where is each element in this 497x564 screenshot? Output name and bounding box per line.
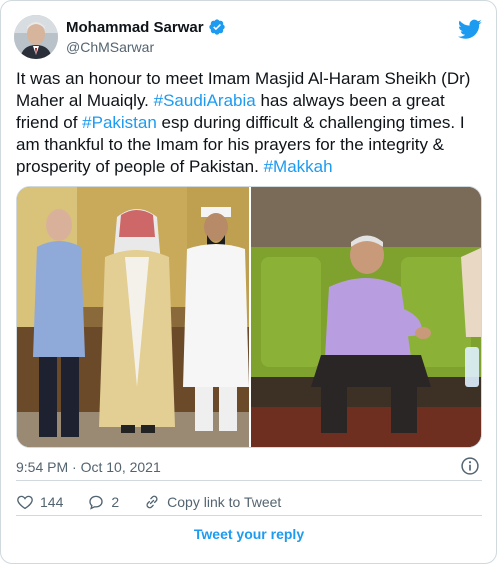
hashtag-link[interactable]: #Makkah <box>264 157 333 176</box>
media-grid <box>16 186 482 448</box>
hashtag-link[interactable]: #Pakistan <box>82 113 157 132</box>
hashtag-link[interactable]: #SaudiArabia <box>154 91 256 110</box>
info-icon[interactable] <box>460 456 480 476</box>
reply-count: 2 <box>111 494 120 510</box>
avatar-image <box>14 15 58 59</box>
divider <box>16 515 482 516</box>
link-icon <box>146 495 158 509</box>
verified-badge-icon <box>208 18 226 36</box>
copy-link-label: Copy link to Tweet <box>167 494 282 510</box>
twitter-bird-icon[interactable] <box>458 17 482 41</box>
action-bar: 144 2 Copy link to Tweet <box>16 491 305 513</box>
copy-link-button[interactable]: Copy link to Tweet <box>143 493 281 511</box>
photo-meeting-seated[interactable] <box>251 187 481 447</box>
tweet-card: Mohammad Sarwar @ChMSarwar It was an hon… <box>0 0 497 564</box>
photo-meeting-standing[interactable] <box>17 187 249 447</box>
tweet-text: It was an honour to meet Imam Masjid Al-… <box>16 68 486 178</box>
author-handle[interactable]: @ChMSarwar <box>66 39 154 55</box>
like-count: 144 <box>40 494 64 510</box>
reply-bubble-icon <box>89 495 104 510</box>
tweet-timestamp[interactable]: 9:54 PM · Oct 10, 2021 <box>16 459 161 475</box>
tweet-header: Mohammad Sarwar @ChMSarwar <box>14 15 484 59</box>
reply-button[interactable]: 2 <box>87 493 119 511</box>
name-row: Mohammad Sarwar <box>66 18 226 36</box>
like-button[interactable]: 144 <box>16 493 63 511</box>
tweet-reply-button[interactable]: Tweet your reply <box>16 520 482 548</box>
divider <box>16 480 482 481</box>
heart-icon <box>17 495 33 510</box>
avatar[interactable] <box>14 15 58 59</box>
author-display-name[interactable]: Mohammad Sarwar <box>66 19 204 36</box>
